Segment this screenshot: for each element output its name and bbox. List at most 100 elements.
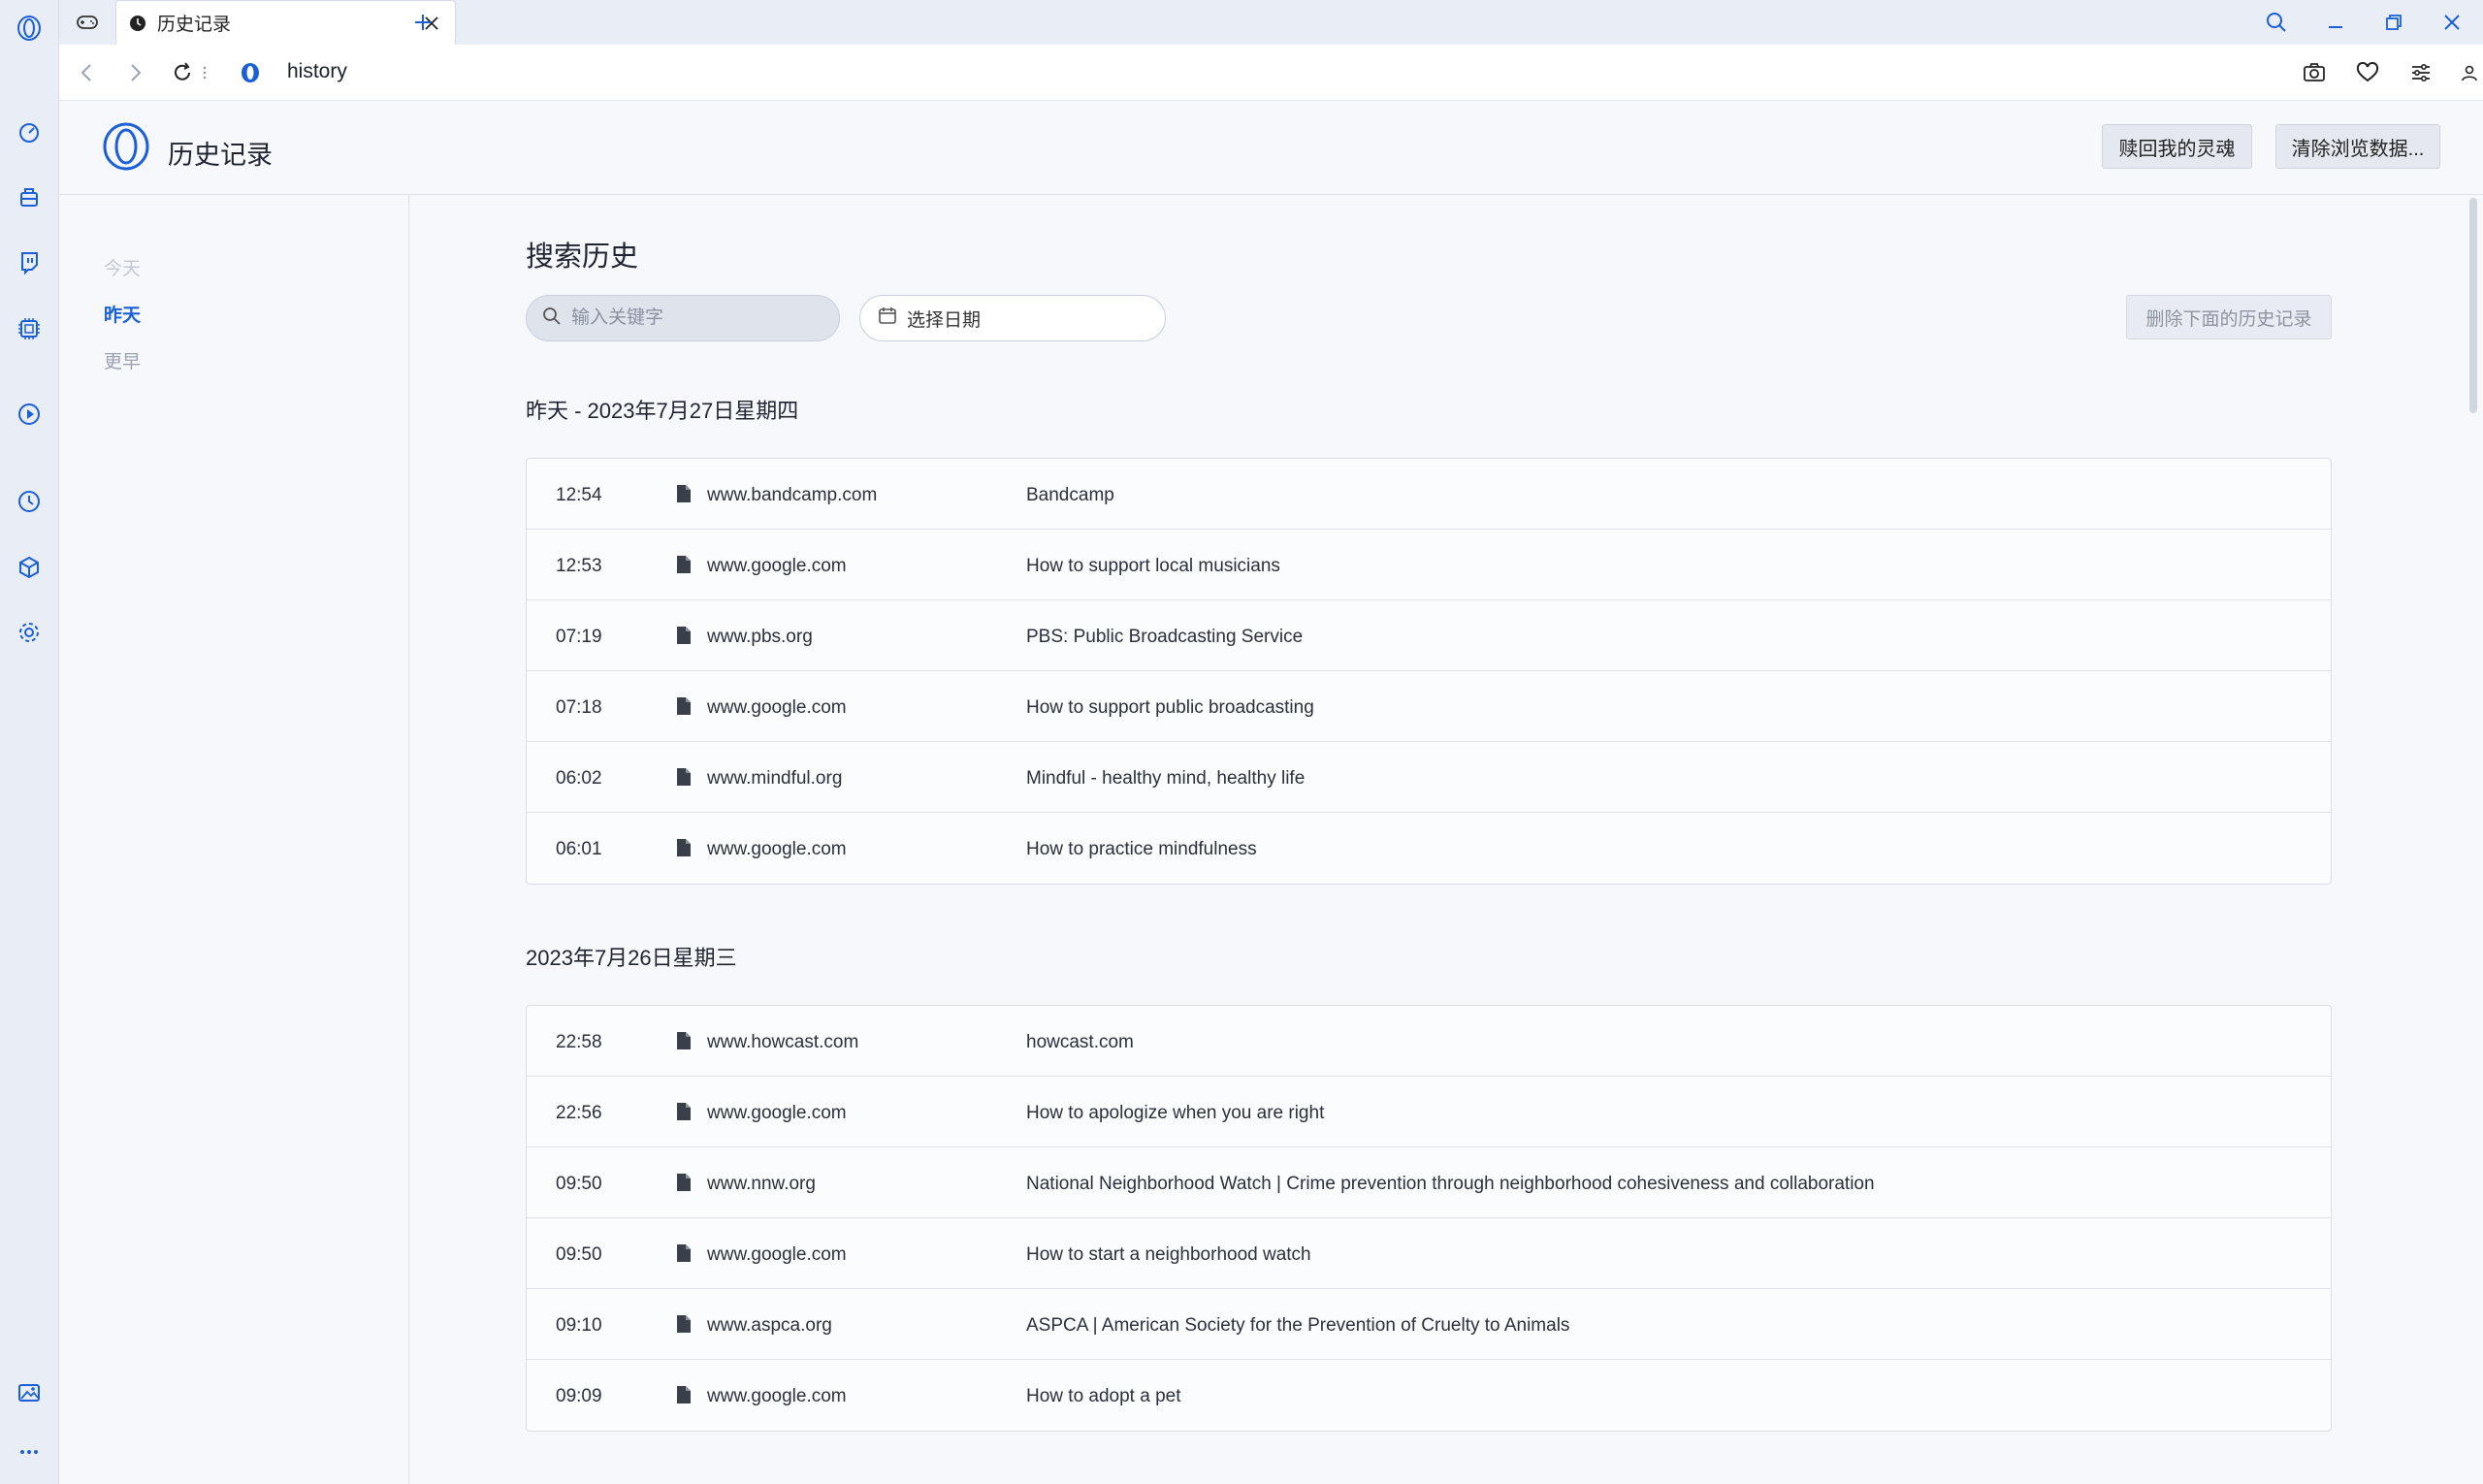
nav-today[interactable]: 今天 [104, 254, 141, 280]
player-icon[interactable] [15, 400, 44, 429]
visit-domain[interactable]: www.google.com [707, 1103, 847, 1124]
visit-domain[interactable]: www.google.com [707, 1386, 847, 1407]
forward-button[interactable] [120, 58, 149, 87]
heart-icon[interactable] [2353, 58, 2382, 87]
visit-title[interactable]: How to start a neighborhood watch [1026, 1244, 1311, 1266]
gamepad-icon[interactable] [73, 8, 102, 37]
opera-logo-icon [102, 122, 150, 171]
visit-time: 09:50 [556, 1174, 602, 1194]
history-row[interactable]: 22:58 www.howcast.com howcast.com [527, 1006, 2331, 1077]
twitch-icon[interactable] [15, 247, 44, 276]
file-icon [676, 838, 693, 857]
visit-time: 07:19 [556, 627, 602, 647]
visit-title[interactable]: How to apologize when you are right [1026, 1103, 1324, 1124]
history-row[interactable]: 09:50 www.nnw.org National Neighborhood … [527, 1147, 2331, 1218]
visit-time: 06:02 [556, 768, 602, 789]
page-scrollbar[interactable] [2469, 198, 2477, 413]
tab-history[interactable]: 历史记录 [115, 0, 456, 45]
history-row[interactable]: 12:53 www.google.com How to support loca… [527, 530, 2331, 600]
day-heading: 昨天 - 2023年7月27日星期四 [526, 399, 799, 423]
date-picker-label: 选择日期 [907, 309, 982, 331]
gallery-icon[interactable] [15, 1378, 44, 1407]
chip-icon[interactable] [15, 314, 44, 343]
profile-icon[interactable] [2455, 58, 2483, 87]
history-row[interactable]: 22:56 www.google.com How to apologize wh… [527, 1077, 2331, 1147]
history-icon[interactable] [15, 487, 44, 516]
visit-title[interactable]: ASPCA | American Society for the Prevent… [1026, 1315, 1569, 1337]
file-icon [676, 1031, 693, 1050]
visit-time: 09:10 [556, 1315, 602, 1336]
history-main: 搜索历史 选择日期 删除下面的历史记录 昨天 - 2023年7月27日星期四 1… [409, 195, 2483, 1484]
visit-domain[interactable]: www.bandcamp.com [707, 485, 877, 506]
clock-icon [128, 14, 147, 33]
visit-domain[interactable]: www.howcast.com [707, 1032, 858, 1053]
restore-icon[interactable] [2377, 6, 2410, 39]
search-tabs-icon[interactable] [2260, 6, 2293, 39]
visit-domain[interactable]: www.aspca.org [707, 1315, 832, 1337]
redeem-soul-button[interactable]: 赎回我的灵魂 [2102, 124, 2252, 169]
history-row[interactable]: 09:10 www.aspca.org ASPCA | American Soc… [527, 1289, 2331, 1360]
visit-title[interactable]: How to support local musicians [1026, 556, 1280, 577]
history-row[interactable]: 09:09 www.google.com How to adopt a pet [527, 1360, 2331, 1431]
box-icon[interactable] [15, 553, 44, 582]
visit-time: 12:54 [556, 485, 602, 505]
visit-title[interactable]: Bandcamp [1026, 485, 1114, 506]
history-row[interactable]: 07:19 www.pbs.org PBS: Public Broadcasti… [527, 600, 2331, 671]
file-icon [676, 626, 693, 645]
url-field[interactable]: history [287, 60, 347, 83]
history-row[interactable]: 07:18 www.google.com How to support publ… [527, 671, 2331, 742]
visit-time: 09:09 [556, 1386, 602, 1406]
history-row[interactable]: 09:50 www.google.com How to start a neig… [527, 1218, 2331, 1289]
nav-earlier[interactable]: 更早 [104, 347, 141, 373]
visit-title[interactable]: How to practice mindfulness [1026, 839, 1257, 860]
history-nav: 今天 昨天 更早 [59, 195, 409, 1484]
speed-dial-icon[interactable] [15, 117, 44, 146]
visit-title[interactable]: National Neighborhood Watch | Crime prev… [1026, 1174, 1875, 1195]
visit-time: 12:53 [556, 556, 602, 576]
file-icon [676, 1314, 693, 1334]
search-input[interactable] [571, 307, 823, 329]
history-row[interactable]: 06:02 www.mindful.org Mindful - healthy … [527, 742, 2331, 813]
file-icon [676, 696, 693, 716]
back-button[interactable] [73, 58, 102, 87]
search-box[interactable] [526, 295, 840, 341]
visit-title[interactable]: How to adopt a pet [1026, 1386, 1181, 1407]
visit-domain[interactable]: www.nnw.org [707, 1174, 816, 1195]
visit-domain[interactable]: www.mindful.org [707, 768, 842, 790]
window-close-icon[interactable] [2435, 6, 2468, 39]
date-picker[interactable]: 选择日期 [859, 295, 1166, 341]
visit-title[interactable]: How to support public broadcasting [1026, 697, 1314, 719]
opera-logo-icon[interactable] [15, 14, 44, 43]
history-group-earlier: 22:58 www.howcast.com howcast.com 22:56 … [526, 1005, 2332, 1432]
settings-icon[interactable] [15, 618, 44, 647]
delete-history-below-button[interactable]: 删除下面的历史记录 [2126, 295, 2332, 339]
visit-title[interactable]: howcast.com [1026, 1032, 1134, 1053]
visit-time: 07:18 [556, 697, 602, 718]
visit-domain[interactable]: www.google.com [707, 697, 847, 719]
minimize-icon[interactable] [2319, 6, 2352, 39]
day-heading: 2023年7月26日星期三 [526, 946, 737, 970]
reload-button[interactable] [168, 58, 197, 87]
visit-domain[interactable]: www.pbs.org [707, 627, 813, 648]
clear-browsing-data-button[interactable]: 清除浏览数据... [2275, 124, 2440, 169]
visit-title[interactable]: Mindful - healthy mind, healthy life [1026, 768, 1305, 790]
camera-icon[interactable] [2300, 58, 2329, 87]
history-group-yesterday: 12:54 www.bandcamp.com Bandcamp 12:53 ww… [526, 458, 2332, 885]
visit-domain[interactable]: www.google.com [707, 1244, 847, 1266]
search-history-title: 搜索历史 [526, 242, 639, 273]
new-tab-button[interactable] [408, 8, 437, 37]
file-icon [676, 1243, 693, 1263]
easy-setup-icon[interactable] [2406, 58, 2435, 87]
briefcase-icon[interactable] [15, 182, 44, 211]
nav-yesterday[interactable]: 昨天 [104, 301, 141, 327]
file-icon [676, 1385, 693, 1404]
history-row[interactable]: 06:01 www.google.com How to practice min… [527, 813, 2331, 884]
visit-time: 06:01 [556, 839, 602, 859]
page-header: 历史记录 赎回我的灵魂 清除浏览数据... [59, 101, 2483, 195]
more-icon[interactable] [15, 1437, 44, 1467]
page-info-icon[interactable] [200, 58, 210, 87]
visit-domain[interactable]: www.google.com [707, 839, 847, 860]
visit-title[interactable]: PBS: Public Broadcasting Service [1026, 627, 1303, 648]
visit-domain[interactable]: www.google.com [707, 556, 847, 577]
history-row[interactable]: 12:54 www.bandcamp.com Bandcamp [527, 459, 2331, 530]
